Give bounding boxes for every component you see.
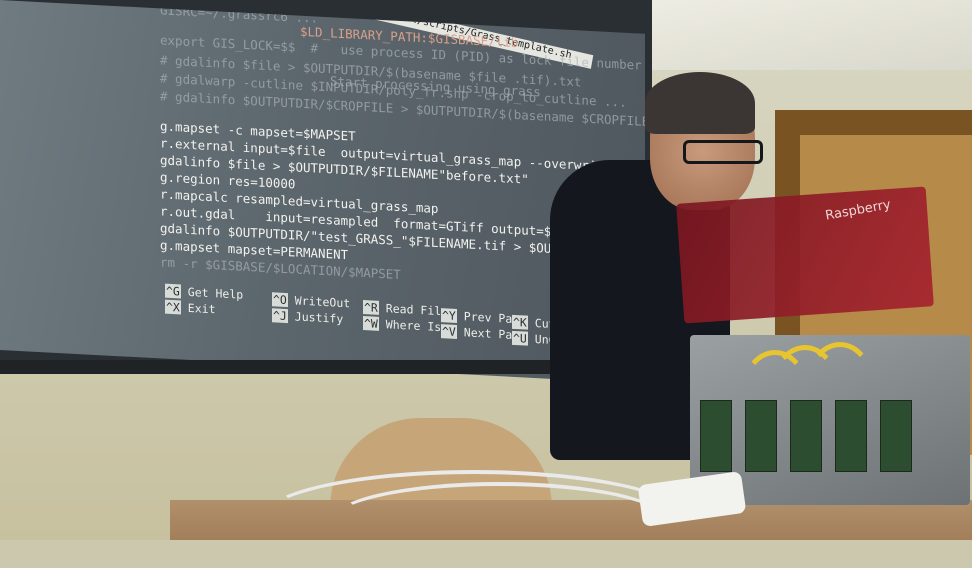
whiteboard-ledge xyxy=(0,360,560,374)
shortcut-writeout: ^O WriteOut xyxy=(272,292,351,311)
usb-cable xyxy=(330,482,668,560)
shortcut-get-help: ^G Get Help xyxy=(165,283,244,302)
glasses-icon xyxy=(683,140,763,164)
shortcut-where-is: ^W Where Is xyxy=(363,316,442,335)
pi-board xyxy=(700,400,732,472)
shortcut-justify: ^J Justify xyxy=(272,308,344,326)
projected-terminal: ~/experiment/scripts/Grass_template.sh G… xyxy=(0,0,645,384)
ethernet-cable xyxy=(805,342,875,432)
shortcut-exit: ^X Exit xyxy=(165,299,216,317)
ceiling xyxy=(610,0,972,70)
presenter-hair xyxy=(645,72,755,134)
pi-board xyxy=(880,400,912,472)
cluster-case-lid xyxy=(676,186,934,324)
